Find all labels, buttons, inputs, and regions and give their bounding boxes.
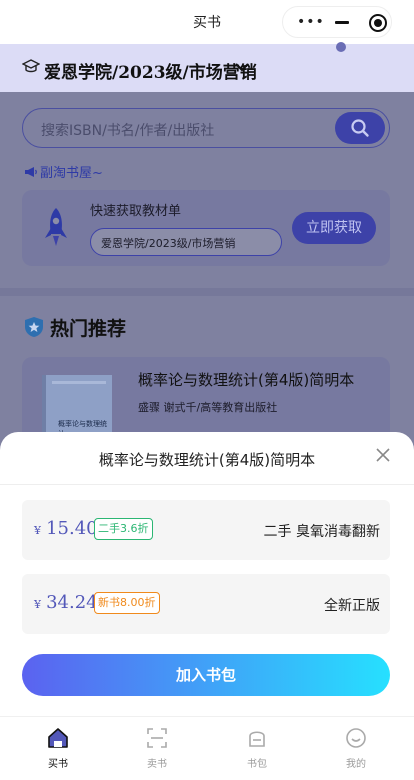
tab-bag[interactable]: 书包 <box>217 727 297 770</box>
graduation-cap-icon <box>22 59 40 73</box>
tab-label: 卖书 <box>147 759 167 770</box>
miniprogram-capsule[interactable]: ••• <box>282 6 392 38</box>
search-input[interactable]: 搜索ISBN/书名/作者/出版社 <box>41 120 214 140</box>
promo-text: 副淘书屋~ <box>40 166 103 181</box>
booklist-school-value: 爱恩学院/2023级/市场营销 <box>101 237 236 250</box>
book-title: 概率论与数理统计(第4版)简明本 <box>138 371 355 389</box>
tab-mine[interactable]: 我的 <box>316 727 396 770</box>
add-to-bag-button[interactable]: 加入书包 <box>22 654 390 696</box>
school-name: 爱恩学院/2023级/市场营销 <box>44 63 257 83</box>
used-price: ¥ 15.40 <box>34 518 98 539</box>
shield-star-icon <box>25 317 43 337</box>
get-booklist-button[interactable]: 立即获取 <box>292 212 376 244</box>
quick-booklist-card: 快速获取教材单 爱恩学院/2023级/市场营销 立即获取 <box>22 190 390 266</box>
new-discount-badge: 新书8.00折 <box>94 592 160 614</box>
tab-label: 书包 <box>247 759 267 770</box>
title-bar: 买书 ••• <box>0 0 414 44</box>
rocket-icon <box>45 208 67 246</box>
search-icon <box>351 119 369 137</box>
minimize-icon[interactable] <box>335 21 349 24</box>
close-icon[interactable] <box>376 448 390 462</box>
tab-bar: 买书 卖书 书包 我的 <box>0 716 414 780</box>
close-miniprogram-icon[interactable] <box>369 14 387 32</box>
book-authors: 盛骤 谢式千/高等教育出版社 <box>138 401 278 414</box>
tab-sell[interactable]: 卖书 <box>117 727 197 770</box>
bag-icon <box>249 731 265 747</box>
new-price: ¥ 34.24 <box>34 592 98 613</box>
sheet-divider <box>0 484 414 485</box>
profile-icon <box>346 728 366 748</box>
school-selector[interactable]: 爱恩学院/2023级/市场营销 <box>0 44 414 92</box>
promo-notice[interactable]: 副淘书屋~ <box>24 162 103 181</box>
option-new[interactable]: ¥ 34.24 新书8.00折 全新正版 <box>22 574 390 634</box>
chevron-down-icon[interactable] <box>234 60 250 74</box>
new-description: 全新正版 <box>324 598 380 614</box>
tab-buy[interactable]: 买书 <box>18 727 98 770</box>
tab-label: 我的 <box>346 759 366 770</box>
used-description: 二手 臭氧消毒翻新 <box>263 524 380 540</box>
purchase-sheet: 概率论与数理统计(第4版)简明本 ¥ 15.40 二手3.6折 二手 臭氧消毒翻… <box>0 432 414 724</box>
tab-label: 买书 <box>48 759 68 770</box>
scan-icon <box>147 728 167 748</box>
search-bar[interactable]: 搜索ISBN/书名/作者/出版社 <box>22 108 390 148</box>
cover-stripe <box>52 381 106 384</box>
sheet-title: 概率论与数理统计(第4版)简明本 <box>98 451 316 469</box>
hot-recommend-title: 热门推荐 <box>50 318 127 340</box>
option-used[interactable]: ¥ 15.40 二手3.6折 二手 臭氧消毒翻新 <box>22 500 390 560</box>
decoration-dot <box>336 42 346 52</box>
home-icon <box>48 728 68 748</box>
used-discount-badge: 二手3.6折 <box>94 518 153 540</box>
section-divider <box>0 288 414 296</box>
more-icon[interactable]: ••• <box>297 15 325 29</box>
megaphone-icon <box>25 167 37 177</box>
search-button[interactable] <box>335 112 385 144</box>
quick-card-label: 快速获取教材单 <box>90 204 182 219</box>
booklist-school-field[interactable]: 爱恩学院/2023级/市场营销 <box>90 228 282 256</box>
